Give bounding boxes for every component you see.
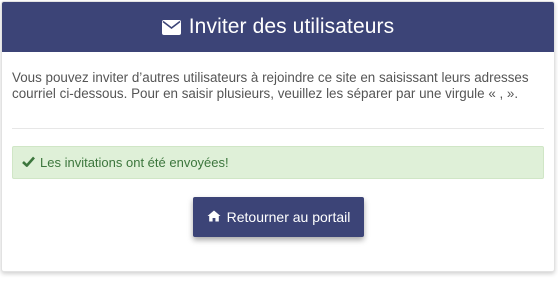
return-to-portal-button[interactable]: Retourner au portail <box>193 197 364 237</box>
checkmark-icon <box>22 155 35 170</box>
page-title: Inviter des utilisateurs <box>188 15 395 38</box>
invite-users-panel: Inviter des utilisateurs Vous pouvez inv… <box>1 1 555 272</box>
return-to-portal-label: Retourner au portail <box>226 209 351 225</box>
envelope-icon <box>161 19 181 35</box>
success-message: Les invitations ont été envoyées! <box>40 155 229 170</box>
panel-header: Inviter des utilisateurs <box>2 2 554 52</box>
intro-text: Vous pouvez inviter d’autres utilisateur… <box>12 70 529 101</box>
success-alert: Les invitations ont été envoyées! <box>12 146 544 179</box>
divider <box>12 128 544 129</box>
home-icon <box>207 209 221 225</box>
